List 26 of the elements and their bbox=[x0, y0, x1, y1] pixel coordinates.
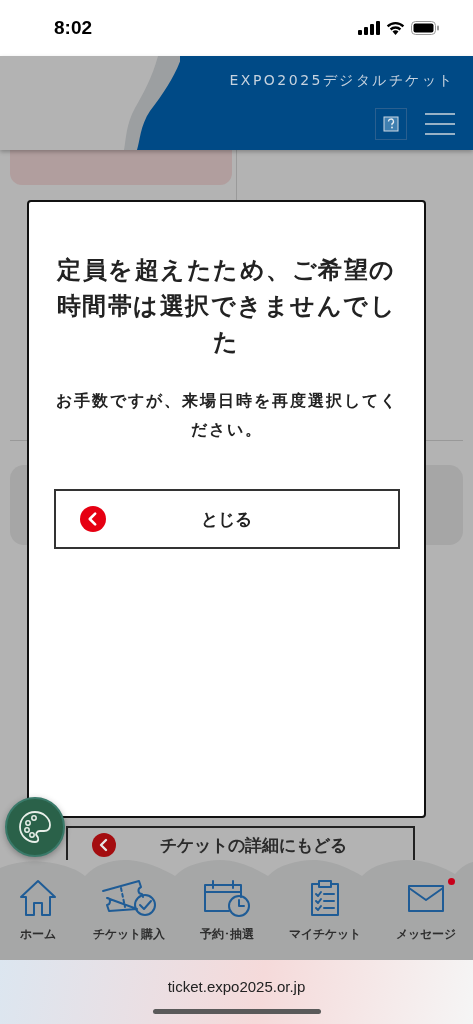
chevron-left-icon bbox=[79, 506, 106, 532]
palette-icon bbox=[18, 810, 52, 844]
clipboard-list-icon bbox=[308, 879, 341, 917]
header-title: EXPO2025デジタルチケット bbox=[229, 72, 455, 90]
nav-tab[interactable]: メッセージ bbox=[395, 878, 456, 960]
palette-button[interactable] bbox=[5, 797, 65, 857]
clock-time: 8:02 bbox=[54, 17, 93, 39]
menu-icon[interactable] bbox=[425, 112, 455, 136]
nav-tab[interactable]: チケット購入 bbox=[92, 878, 165, 960]
back-button[interactable]: チケットの詳細にもどる bbox=[66, 826, 415, 860]
nav-tab[interactable]: マイチケット bbox=[288, 878, 361, 960]
dialog-title: 定員を超えたため、ご希望の時間帯は選択できませんでした bbox=[55, 255, 398, 358]
ticket-check-icon bbox=[100, 879, 157, 917]
wifi-icon bbox=[386, 21, 405, 35]
signal-icon bbox=[358, 21, 380, 35]
dialog-message: お手数ですが、来場日時を再度選択してください。 bbox=[54, 390, 399, 441]
battery-icon bbox=[411, 21, 439, 35]
nav-tab[interactable]: 予約･抽選 bbox=[199, 878, 254, 960]
url-text: ticket.expo2025.or.jp bbox=[167, 978, 306, 995]
home-icon bbox=[17, 879, 58, 917]
close-button[interactable]: とじる bbox=[53, 489, 400, 549]
calendar-clock-icon bbox=[202, 879, 251, 917]
nav-tab[interactable]: ホーム bbox=[17, 878, 58, 960]
chevron-left-icon bbox=[92, 833, 116, 857]
mail-icon bbox=[406, 883, 445, 913]
help-icon[interactable] bbox=[375, 108, 407, 140]
